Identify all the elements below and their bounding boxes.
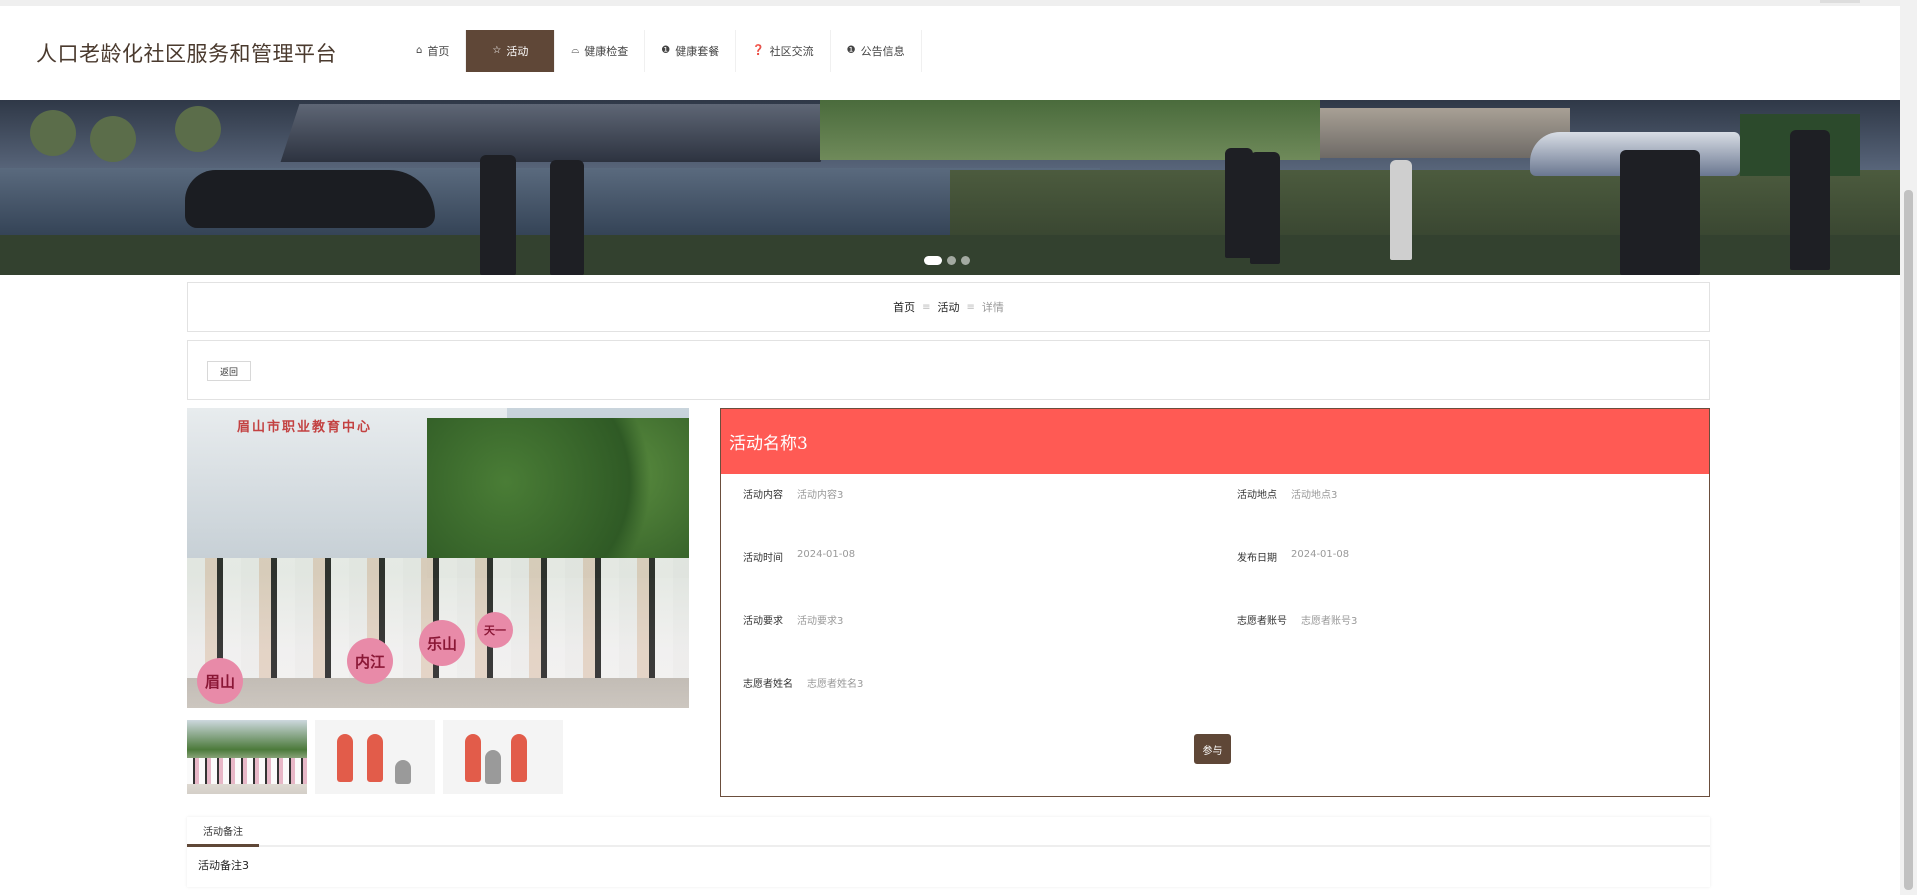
nav-item-activity[interactable]: ☆ 活动 [466, 30, 556, 72]
field-label: 活动时间 [743, 553, 783, 564]
field-value: 活动地点3 [1291, 490, 1338, 501]
banner-person [550, 160, 584, 275]
nav-item-label: 公告信息 [860, 45, 905, 58]
carousel-dot[interactable] [947, 256, 956, 265]
field-content: 活动内容 活动内容3 [743, 486, 843, 501]
thumbnail-figure [367, 734, 383, 782]
banner-carousel [0, 100, 1900, 275]
carousel-dots [924, 256, 970, 265]
nav-item-home[interactable]: ⌂ 首页 [400, 30, 467, 72]
thumbnail-figure [395, 760, 411, 784]
main-nav: ⌂ 首页 ☆ 活动 ⌓ 健康检查 ❶ 健康套餐 ❓ 社区交流 ❶ 公告信息 [400, 30, 922, 72]
page-scrollbar[interactable] [1900, 0, 1917, 895]
site-title[interactable]: 人口老龄化社区服务和管理平台 [36, 38, 337, 68]
thumbnail-figure [511, 734, 527, 782]
banner-person [1390, 160, 1412, 260]
nav-item-label: 首页 [427, 45, 450, 58]
banner-car [185, 170, 435, 228]
nav-item-label: 健康套餐 [675, 45, 720, 58]
thumbnail[interactable] [315, 720, 435, 794]
field-value: 2024-01-08 [797, 549, 856, 560]
thumbnail-figure [337, 734, 353, 782]
nav-item-community[interactable]: ❓ 社区交流 [736, 30, 831, 72]
banner-person [480, 155, 516, 275]
top-strip-knob [1820, 0, 1860, 3]
nav-item-label: 活动 [506, 45, 529, 58]
image-sign: 内江 [347, 638, 393, 684]
field-label: 活动地点 [1237, 490, 1277, 501]
info-icon: ❶ [661, 45, 671, 56]
field-requirement: 活动要求 活动要求3 [743, 612, 843, 627]
question-icon: ❓ [752, 45, 765, 56]
tab-content: 活动备注3 [198, 859, 249, 872]
back-toolbar: 返回 [187, 340, 1710, 400]
thumbnail[interactable] [443, 720, 563, 794]
nav-item-health-check[interactable]: ⌓ 健康检查 [555, 30, 646, 72]
image-thumbnails [187, 720, 563, 794]
thumbnail-figure [465, 734, 481, 782]
activity-main-image: 眉山市职业教育中心 眉山 内江 乐山 天一 [187, 408, 689, 708]
carousel-dot[interactable] [961, 256, 970, 265]
field-label: 志愿者姓名 [743, 679, 793, 690]
banner-tree [175, 106, 221, 152]
image-sign: 天一 [477, 612, 513, 648]
field-label: 活动内容 [743, 490, 783, 501]
scrollbar-thumb[interactable] [1904, 190, 1913, 890]
banner-person [1790, 130, 1830, 270]
bag-icon: ⌓ [571, 45, 580, 56]
image-sign: 乐山 [419, 620, 465, 666]
activity-title: 活动名称3 [721, 409, 1709, 474]
activity-detail-panel: 活动名称3 活动内容 活动内容3 活动地点 活动地点3 活动时间 2024-01… [720, 408, 1710, 797]
tab-header: 活动备注 [187, 817, 1710, 847]
field-value: 志愿者姓名3 [807, 679, 864, 690]
site-header: 人口老龄化社区服务和管理平台 ⌂ 首页 ☆ 活动 ⌓ 健康检查 ❶ 健康套餐 ❓… [0, 6, 1900, 100]
banner-person [1620, 150, 1700, 275]
field-label: 志愿者账号 [1237, 616, 1287, 627]
nav-item-notice[interactable]: ❶ 公告信息 [831, 30, 922, 72]
tab-remarks[interactable]: 活动备注 [187, 817, 259, 847]
field-time: 活动时间 2024-01-08 [743, 549, 855, 564]
info-icon: ❶ [846, 45, 856, 56]
field-value: 志愿者账号3 [1301, 616, 1358, 627]
image-sign: 眉山 [197, 658, 243, 704]
field-volunteer-name: 志愿者姓名 志愿者姓名3 [743, 675, 863, 690]
breadcrumb-home[interactable]: 首页 [893, 299, 915, 315]
field-publish-date: 发布日期 2024-01-08 [1237, 549, 1349, 564]
field-value: 活动要求3 [797, 616, 844, 627]
nav-item-health-package[interactable]: ❶ 健康套餐 [645, 30, 737, 72]
breadcrumb-activity[interactable]: 活动 [938, 299, 960, 315]
banner-person [1225, 148, 1253, 258]
field-label: 发布日期 [1237, 553, 1277, 564]
thumbnail[interactable] [187, 720, 307, 794]
image-building-sign: 眉山市职业教育中心 [237, 420, 373, 435]
nav-item-label: 社区交流 [769, 45, 814, 58]
banner-tree [30, 110, 76, 156]
banner-building [280, 104, 840, 162]
breadcrumb-current: 详情 [981, 301, 1004, 314]
image-trees [427, 418, 689, 578]
home-icon: ⌂ [416, 45, 423, 56]
field-label: 活动要求 [743, 616, 783, 627]
nav-item-label: 健康检查 [584, 45, 629, 58]
field-volunteer-account: 志愿者账号 志愿者账号3 [1237, 612, 1357, 627]
thumbnail-figure [485, 750, 501, 784]
breadcrumb: 首页 ≡ 活动 ≡ 详情 [187, 282, 1710, 332]
remarks-tabs: 活动备注 活动备注3 [187, 817, 1710, 887]
field-value: 活动内容3 [797, 490, 844, 501]
back-button[interactable]: 返回 [207, 361, 252, 381]
breadcrumb-separator: ≡ [922, 301, 931, 313]
banner-lawn [0, 235, 1900, 275]
breadcrumb-separator: ≡ [966, 301, 975, 313]
field-value: 2024-01-08 [1291, 549, 1350, 560]
banner-person [1250, 152, 1280, 264]
carousel-dot[interactable] [924, 256, 942, 265]
field-location: 活动地点 活动地点3 [1237, 486, 1337, 501]
join-button[interactable]: 参与 [1194, 734, 1231, 764]
banner-tree [90, 116, 136, 162]
star-icon: ☆ [492, 45, 502, 56]
